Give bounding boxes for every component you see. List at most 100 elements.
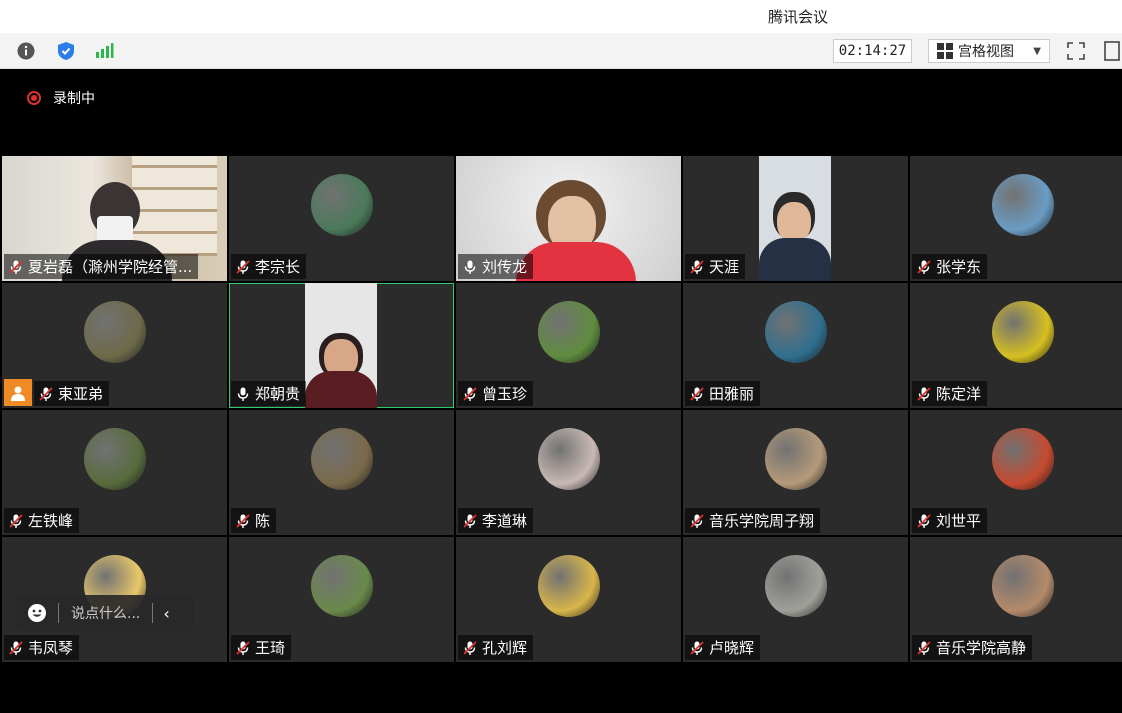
mic-muted-icon: [8, 640, 24, 656]
avatar: [992, 174, 1054, 236]
participant-label: 郑朝贵: [231, 381, 307, 406]
participant-tile[interactable]: 张学东: [910, 156, 1122, 281]
avatar: [311, 174, 373, 236]
mic-muted-icon: [462, 640, 478, 656]
mic-muted-icon: [38, 386, 54, 402]
avatar: [765, 555, 827, 617]
participant-label: 音乐学院周子翔: [685, 508, 821, 533]
participant-label: 张学东: [912, 254, 988, 279]
participant-name: 陈定洋: [936, 385, 982, 403]
participant-name: 郑朝贵: [255, 385, 301, 403]
chat-placeholder[interactable]: 说点什么...: [71, 603, 140, 623]
avatar: [538, 555, 600, 617]
mic-muted-icon: [916, 386, 932, 402]
recording-label: 录制中: [53, 91, 95, 107]
participant-tile[interactable]: 音乐学院周子翔: [683, 410, 908, 535]
participant-tile[interactable]: 郑朝贵: [229, 283, 454, 408]
participant-name: 刘传龙: [482, 258, 528, 276]
avatar: [765, 428, 827, 490]
mic-muted-icon: [689, 513, 705, 529]
window-icon[interactable]: [1102, 41, 1122, 61]
toolbar: 02:14:27 宫格视图 ▼: [0, 33, 1122, 69]
participant-name: 夏岩磊（滁州学院经管...: [28, 258, 193, 276]
recording-indicator: 录制中: [27, 88, 95, 108]
participant-label: 王琦: [231, 635, 292, 660]
shield-icon[interactable]: [56, 41, 76, 61]
participant-name: 束亚弟: [58, 385, 104, 403]
participant-tile[interactable]: 孔刘辉: [456, 537, 681, 662]
mic-muted-icon: [916, 640, 932, 656]
window-title: 腾讯会议: [768, 8, 829, 26]
avatar: [538, 301, 600, 363]
record-icon: [27, 91, 41, 105]
participant-tile[interactable]: 左铁峰: [2, 410, 227, 535]
participant-tile[interactable]: 曾玉珍: [456, 283, 681, 408]
participant-name: 卢晓辉: [709, 639, 755, 657]
info-icon[interactable]: [16, 41, 36, 61]
participant-tile[interactable]: 音乐学院高静: [910, 537, 1122, 662]
participant-name: 韦凤琴: [28, 639, 74, 657]
grid-icon: [937, 43, 953, 59]
avatar: [992, 428, 1054, 490]
participant-name: 音乐学院周子翔: [709, 512, 815, 530]
mic-muted-icon: [462, 513, 478, 529]
participant-tile[interactable]: 束亚弟: [2, 283, 227, 408]
participant-video: [305, 283, 377, 408]
participant-label: 李宗长: [231, 254, 307, 279]
divider: [58, 603, 59, 623]
participant-name: 曾玉珍: [482, 385, 528, 403]
participant-tile[interactable]: 陈定洋: [910, 283, 1122, 408]
participant-label: 陈: [231, 508, 277, 533]
participant-tile[interactable]: 陈: [229, 410, 454, 535]
mic-icon: [235, 386, 251, 402]
participant-label: 左铁峰: [4, 508, 80, 533]
mic-muted-icon: [235, 259, 251, 275]
avatar: [84, 301, 146, 363]
participant-tile[interactable]: 刘世平: [910, 410, 1122, 535]
participant-name: 刘世平: [936, 512, 982, 530]
participant-label: 韦凤琴: [4, 635, 80, 660]
participant-tile[interactable]: 王琦: [229, 537, 454, 662]
mic-muted-icon: [689, 259, 705, 275]
participant-label: 陈定洋: [912, 381, 988, 406]
participant-tile[interactable]: 刘传龙: [456, 156, 681, 281]
title-bar: 腾讯会议: [0, 0, 1122, 33]
fullscreen-icon[interactable]: [1066, 41, 1086, 61]
emoji-icon[interactable]: [26, 602, 48, 624]
participant-label: 刘传龙: [458, 254, 534, 279]
participant-label: 音乐学院高静: [912, 635, 1033, 660]
avatar: [311, 555, 373, 617]
mic-muted-icon: [462, 386, 478, 402]
divider: [152, 603, 154, 623]
participant-label: 天涯: [685, 254, 746, 279]
signal-icon[interactable]: [94, 41, 114, 61]
participant-video: [759, 156, 831, 281]
participant-name: 田雅丽: [709, 385, 755, 403]
participant-tile[interactable]: 天涯: [683, 156, 908, 281]
participant-tile[interactable]: 田雅丽: [683, 283, 908, 408]
avatar: [765, 301, 827, 363]
avatar: [538, 428, 600, 490]
participant-name: 王琦: [255, 639, 286, 657]
participant-label: 李道琳: [458, 508, 534, 533]
participant-label: 束亚弟: [34, 381, 110, 406]
participant-tile[interactable]: 李道琳: [456, 410, 681, 535]
participant-name: 李宗长: [255, 258, 301, 276]
participant-tile[interactable]: 卢晓辉: [683, 537, 908, 662]
chevron-left-icon[interactable]: ‹: [163, 604, 169, 623]
participant-label: 曾玉珍: [458, 381, 534, 406]
participant-tile[interactable]: 夏岩磊（滁州学院经管...: [2, 156, 227, 281]
participant-label: 孔刘辉: [458, 635, 534, 660]
host-badge: [4, 379, 32, 406]
mic-muted-icon: [235, 640, 251, 656]
participant-tile[interactable]: 李宗长: [229, 156, 454, 281]
mic-muted-icon: [8, 513, 24, 529]
participant-label: 刘世平: [912, 508, 988, 533]
view-mode-button[interactable]: 宫格视图 ▼: [928, 39, 1050, 63]
chat-input-bar[interactable]: 说点什么... ‹: [16, 595, 194, 631]
avatar: [992, 555, 1054, 617]
avatar: [311, 428, 373, 490]
participant-name: 孔刘辉: [482, 639, 528, 657]
participant-label: 夏岩磊（滁州学院经管...: [4, 254, 199, 279]
caret-down-icon: ▼: [1033, 45, 1041, 57]
